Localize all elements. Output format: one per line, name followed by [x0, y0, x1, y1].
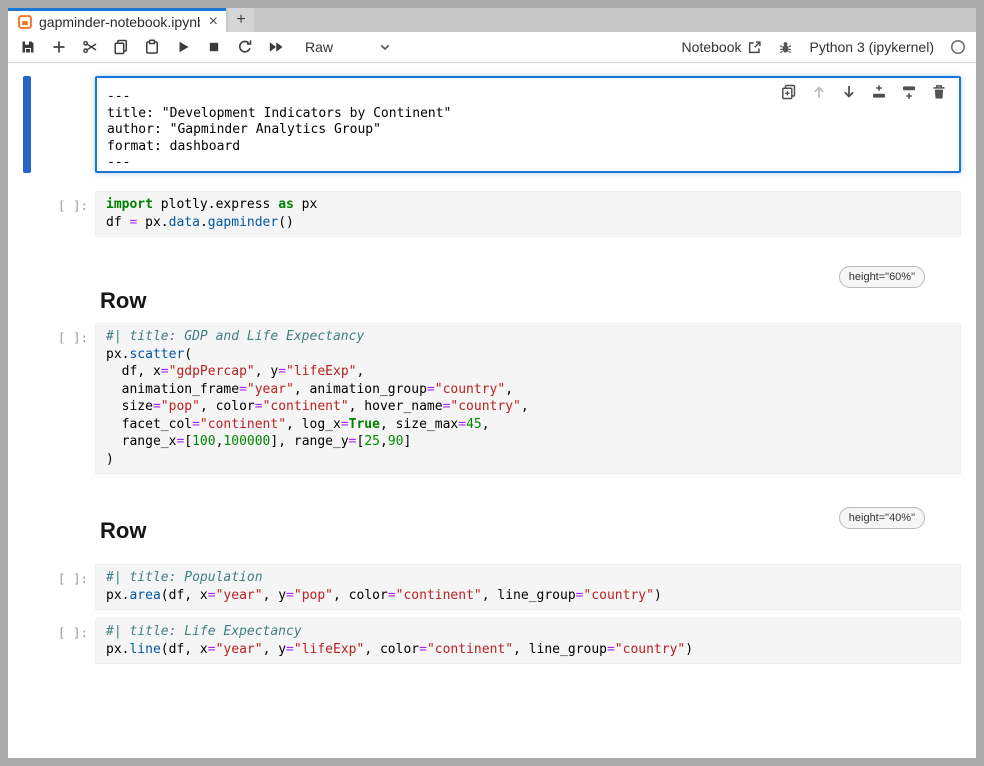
height-attribute-badge: height="40%"	[839, 507, 925, 529]
move-down-icon[interactable]	[841, 84, 857, 100]
markdown-heading-row-2[interactable]: Row	[100, 517, 146, 545]
code-cell-imports-editor[interactable]: import plotly.express as pxdf = px.data.…	[95, 191, 961, 237]
move-up-icon	[811, 84, 827, 100]
tab-title: gapminder-notebook.ipynb	[39, 14, 200, 30]
height-attribute-badge: height="60%"	[839, 266, 925, 288]
open-in-notebook-button[interactable]: Notebook	[682, 39, 763, 55]
fast-forward-icon	[268, 39, 284, 55]
restart-icon	[237, 39, 253, 55]
stop-icon	[206, 39, 222, 55]
debugger-button[interactable]	[778, 40, 793, 55]
code-line: #| title: GDP and Life Expectancy	[106, 328, 960, 346]
notebook-panel: --- title: "Development Indicators by Con…	[8, 63, 976, 758]
cell-prompt: [ ]:	[8, 323, 95, 474]
code-line: df, x="gdpPercap", y="lifeExp",	[106, 363, 960, 381]
external-link-icon	[747, 40, 762, 55]
scissors-icon	[82, 39, 98, 55]
jupyter-window: gapminder-notebook.ipynb × +	[8, 8, 976, 758]
code-cell-area-editor[interactable]: #| title: Populationpx.area(df, x="year"…	[95, 564, 961, 610]
markdown-heading-row-1[interactable]: Row	[100, 287, 146, 315]
restart-run-all-button[interactable]	[262, 35, 290, 59]
code-line: author: "Gapminder Analytics Group"	[107, 122, 959, 139]
paste-icon	[144, 39, 160, 55]
code-line: px.area(df, x="year", y="pop", color="co…	[106, 587, 960, 605]
code-line: #| title: Population	[106, 569, 960, 587]
interrupt-kernel-button[interactable]	[200, 35, 228, 59]
notebook-file-icon	[18, 15, 32, 29]
close-tab-icon[interactable]: ×	[209, 14, 218, 30]
paste-cell-button[interactable]	[138, 35, 166, 59]
cell-prompt: [ ]:	[8, 618, 95, 664]
insert-cell-above-icon[interactable]	[871, 84, 887, 100]
code-line: px.line(df, x="year", y="lifeExp", color…	[106, 641, 960, 659]
code-cell-scatter-editor[interactable]: #| title: GDP and Life Expectancypx.scat…	[95, 323, 961, 474]
kernel-status-icon	[950, 39, 966, 55]
code-line: facet_col="continent", log_x=True, size_…	[106, 416, 960, 434]
code-line: #| title: Life Expectancy	[106, 623, 960, 641]
cut-cell-button[interactable]	[76, 35, 104, 59]
code-cell-scatter: [ ]: #| title: GDP and Life Expectancypx…	[8, 323, 961, 474]
duplicate-cell-icon[interactable]	[781, 84, 797, 100]
active-cell-collapser[interactable]	[23, 76, 31, 173]
kernel-name: Python 3 (ipykernel)	[809, 39, 934, 55]
plus-icon	[51, 39, 67, 55]
copy-icon	[113, 39, 129, 55]
cell-toolbar	[779, 83, 949, 101]
cell-type-value: Raw	[305, 39, 333, 55]
run-cell-button[interactable]	[169, 35, 197, 59]
code-line: df = px.data.gapminder()	[106, 214, 960, 232]
code-cell-line: [ ]: #| title: Life Expectancypx.line(df…	[8, 618, 961, 664]
notebook-toolbar: Raw Notebook Python 3 (ipykernel)	[8, 32, 976, 63]
code-cell-line-editor[interactable]: #| title: Life Expectancypx.line(df, x="…	[95, 618, 961, 664]
chevron-down-icon	[377, 39, 393, 55]
code-cell-area: [ ]: #| title: Populationpx.area(df, x="…	[8, 564, 961, 610]
delete-cell-icon[interactable]	[931, 84, 947, 100]
tab-gapminder-notebook[interactable]: gapminder-notebook.ipynb ×	[8, 8, 226, 32]
kernel-selector[interactable]: Python 3 (ipykernel)	[809, 39, 934, 55]
tab-bar: gapminder-notebook.ipynb × +	[8, 8, 976, 32]
notebook-button-label: Notebook	[682, 39, 742, 55]
bug-icon	[778, 40, 793, 55]
code-line: px.scatter(	[106, 346, 960, 364]
code-line: )	[106, 451, 960, 469]
code-line: import plotly.express as px	[106, 196, 960, 214]
save-button[interactable]	[14, 35, 42, 59]
code-line: ---	[107, 155, 959, 172]
insert-cell-button[interactable]	[45, 35, 73, 59]
code-line: range_x=[100,100000], range_y=[25,90]	[106, 433, 960, 451]
code-line: format: dashboard	[107, 139, 959, 156]
run-icon	[175, 39, 191, 55]
code-line: animation_frame="year", animation_group=…	[106, 381, 960, 399]
save-icon	[20, 39, 36, 55]
toolbar-right-group: Notebook Python 3 (ipykernel)	[682, 39, 966, 55]
cell-prompt: [ ]:	[8, 564, 95, 610]
code-line: size="pop", color="continent", hover_nam…	[106, 398, 960, 416]
cell-prompt: [ ]:	[8, 191, 95, 237]
restart-kernel-button[interactable]	[231, 35, 259, 59]
copy-cell-button[interactable]	[107, 35, 135, 59]
code-cell-imports: [ ]: import plotly.express as pxdf = px.…	[8, 191, 961, 237]
insert-cell-below-icon[interactable]	[901, 84, 917, 100]
code-line: title: "Development Indicators by Contin…	[107, 106, 959, 123]
new-tab-button[interactable]: +	[228, 8, 254, 32]
raw-yaml-cell-editor[interactable]: --- title: "Development Indicators by Con…	[95, 76, 961, 173]
cell-type-dropdown[interactable]: Raw	[301, 36, 397, 58]
